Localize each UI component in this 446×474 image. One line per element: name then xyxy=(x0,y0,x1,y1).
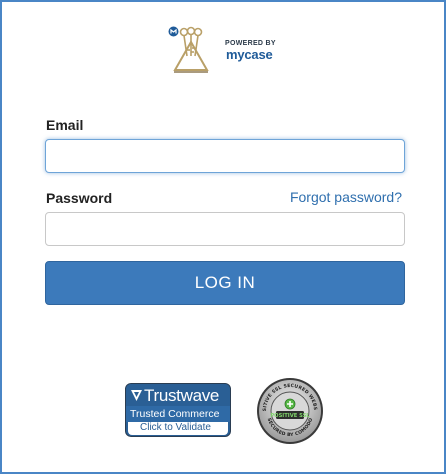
positive-ssl-seal[interactable]: POSITIVE SSL SECURED WEBSITE SECURED BY … xyxy=(256,377,324,445)
trustwave-commerce-text: Trusted Commerce xyxy=(130,408,220,420)
login-button[interactable]: LOG IN xyxy=(45,261,405,305)
trustwave-name: Trustwave xyxy=(144,386,220,405)
password-field[interactable] xyxy=(45,212,405,246)
trustwave-validate-text: Click to Validate xyxy=(140,422,211,433)
powered-by-mycase-logo: POWERED BY mycase xyxy=(168,26,288,76)
forgot-password-link[interactable]: Forgot password? xyxy=(290,189,402,205)
trustwave-badge[interactable]: Trustwave Trusted Commerce Click to Vali… xyxy=(125,383,231,437)
login-window: POWERED BY mycase Email Password Forgot … xyxy=(0,0,446,474)
powered-by-text: POWERED BY xyxy=(225,40,276,47)
email-field[interactable] xyxy=(45,139,405,173)
trustwave-shield-icon xyxy=(131,390,142,401)
ssl-center-text: POSITIVE SSL xyxy=(270,413,310,419)
mycase-brand-text: mycase xyxy=(226,47,273,62)
mycase-mark-icon xyxy=(168,26,179,37)
password-label: Password xyxy=(46,190,113,206)
email-label: Email xyxy=(46,117,84,133)
